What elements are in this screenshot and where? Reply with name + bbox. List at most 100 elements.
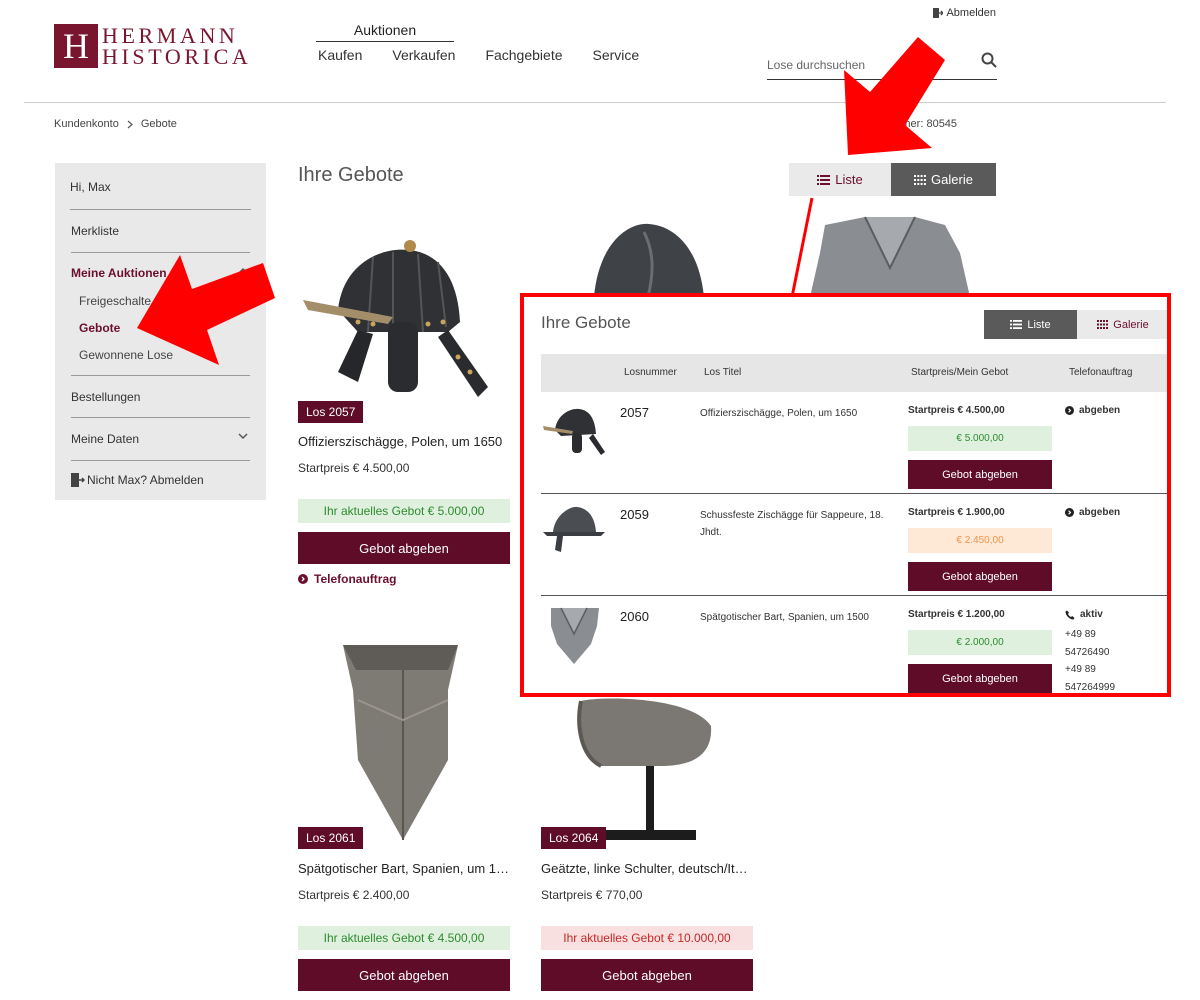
place-bid-button[interactable]: Gebot abgeben <box>908 664 1052 693</box>
nav-auktionen[interactable]: Auktionen <box>316 22 454 42</box>
lot-start-price: Startpreis € 770,00 <box>541 888 643 902</box>
phone-line: 547264999 <box>1065 681 1116 693</box>
bidder-number: nummer: 80545 <box>880 118 958 130</box>
chevron-down-icon <box>238 433 248 440</box>
helmet-image-2059[interactable] <box>584 222 714 297</box>
phone-numbers: +49 89 54726490 +49 89 547264999 <box>1065 626 1116 693</box>
place-bid-button[interactable]: Gebot abgeben <box>541 959 753 991</box>
chevron-up-icon[interactable] <box>238 267 248 274</box>
table-header: Losnummer Los Titel Startpreis/Mein Gebo… <box>541 354 1167 392</box>
brand-logo[interactable]: H HERMANN HISTORICA <box>54 24 270 68</box>
panel-view-liste-button[interactable]: Liste <box>984 310 1077 339</box>
sidebar-section-meine-auktionen: Meine Auktionen Freigeschalte Gebote Gew… <box>71 253 250 376</box>
grid-icon <box>1097 320 1109 329</box>
sidebar-item-merkliste[interactable]: Merkliste <box>71 210 250 253</box>
logout-icon <box>933 8 944 18</box>
sidebar-item-meine-auktionen[interactable]: Meine Auktionen <box>71 266 250 280</box>
search-input[interactable] <box>767 57 967 72</box>
lot-number: 2060 <box>620 609 649 624</box>
sidebar-item-meine-daten[interactable]: Meine Daten <box>71 418 250 461</box>
table-row: 2060 Spätgotischer Bart, Spanien, um 150… <box>541 596 1167 693</box>
account-sidebar: Hi, Max Merkliste Meine Auktionen Freige… <box>55 163 266 500</box>
start-price: Startpreis € 1.900,00 <box>908 507 1005 518</box>
col-telefon: Telefonauftrag <box>1069 367 1133 378</box>
phone-line: +49 89 <box>1065 664 1096 675</box>
bevor-image-2061[interactable] <box>298 640 510 850</box>
lot-title[interactable]: Spätgotischer Bart, Spanien, um 1500 <box>700 609 890 626</box>
view-toggle: Liste Galerie <box>789 163 996 196</box>
helmet-thumb-2059[interactable] <box>541 502 607 562</box>
lot-start-price: Startpreis € 4.500,00 <box>298 461 410 475</box>
lot-title[interactable]: Offizierszischägge, Polen, um 1650 <box>298 434 510 449</box>
table-row: 2059 Schussfeste Zischägge für Sappeure,… <box>541 494 1167 596</box>
logout-icon <box>71 473 85 487</box>
my-bid: € 5.000,00 <box>908 426 1052 451</box>
phone-line: 54726490 <box>1065 646 1110 658</box>
table-row: 2057 Offizierszischägge, Polen, um 1650 … <box>541 392 1167 494</box>
lot-title[interactable]: Geätzte, linke Schulter, deutsch/Ital... <box>541 861 753 876</box>
bids-table: Losnummer Los Titel Startpreis/Mein Gebo… <box>541 354 1167 693</box>
sidebar-item-freigeschaltet[interactable]: Freigeschalte <box>79 294 250 321</box>
lot-number: 2057 <box>620 405 649 420</box>
phone-bid-link[interactable]: Telefonauftrag <box>298 572 396 586</box>
bevor-image-2060[interactable] <box>805 213 975 297</box>
lot-title[interactable]: Spätgotischer Bart, Spanien, um 15... <box>298 861 510 876</box>
pauldron-image-2064[interactable] <box>541 696 753 846</box>
logout-link[interactable]: Abmelden <box>933 7 996 19</box>
breadcrumb: Kundenkonto Gebote <box>54 118 177 130</box>
lot-badge: Los 2057 <box>298 401 364 423</box>
place-bid-button[interactable]: Gebot abgeben <box>908 562 1052 591</box>
phone-bid-action[interactable]: abgeben <box>1065 405 1120 416</box>
lot-title[interactable]: Schussfeste Zischägge für Sappeure, 18. … <box>700 507 890 541</box>
phone-line: +49 89 <box>1065 629 1096 640</box>
current-bid: Ihr aktuelles Gebot € 10.000,00 <box>541 926 753 950</box>
sidebar-item-gewonnene-lose[interactable]: Gewonnene Lose <box>79 348 250 375</box>
chevron-circle-right-icon <box>298 574 308 584</box>
lot-card-2057: Los 2057 Offizierszischägge, Polen, um 1… <box>298 222 510 597</box>
place-bid-button[interactable]: Gebot abgeben <box>298 959 510 991</box>
col-titel: Los Titel <box>704 367 742 378</box>
sidebar-item-bestellungen[interactable]: Bestellungen <box>71 376 250 418</box>
lot-start-price: Startpreis € 2.400,00 <box>298 888 410 902</box>
place-bid-button[interactable]: Gebot abgeben <box>908 460 1052 489</box>
breadcrumb-kundenkonto[interactable]: Kundenkonto <box>54 118 119 130</box>
current-bid: Ihr aktuelles Gebot € 4.500,00 <box>298 926 510 950</box>
place-bid-button[interactable]: Gebot abgeben <box>298 532 510 564</box>
lot-badge: Los 2064 <box>541 827 607 849</box>
nav-verkaufen[interactable]: Verkaufen <box>392 47 455 63</box>
lot-card-2061: Los 2061 Spätgotischer Bart, Spanien, um… <box>298 640 510 992</box>
col-preis: Startpreis/Mein Gebot <box>911 367 1009 378</box>
phone-bid-status: aktiv <box>1065 609 1103 620</box>
panel-view-galerie-button[interactable]: Galerie <box>1077 310 1167 339</box>
view-galerie-button[interactable]: Galerie <box>891 163 996 196</box>
bevor-thumb-2060[interactable] <box>541 604 607 664</box>
chevron-right-icon <box>127 120 133 128</box>
chevron-circle-right-icon <box>1065 508 1074 517</box>
list-icon <box>1010 320 1023 329</box>
header-divider <box>24 102 1166 103</box>
page-title: Ihre Gebote <box>298 164 404 186</box>
list-view-callout: Ihre Gebote Liste Galerie Losnummer Los … <box>520 293 1171 697</box>
sidebar-logout[interactable]: Nicht Max? Abmelden <box>71 461 250 487</box>
search-icon[interactable] <box>981 52 997 68</box>
sidebar-item-gebote[interactable]: Gebote <box>79 321 250 348</box>
chevron-circle-right-icon <box>1065 406 1074 415</box>
lot-card-2064: Los 2064 Geätzte, linke Schulter, deutsc… <box>541 696 753 992</box>
phone-bid-action[interactable]: abgeben <box>1065 507 1120 518</box>
helmet-thumb-2057[interactable] <box>541 400 607 460</box>
logo-mark: H <box>54 24 98 68</box>
nav-fachgebiete[interactable]: Fachgebiete <box>485 47 562 63</box>
view-liste-button[interactable]: Liste <box>789 163 891 196</box>
my-bid: € 2.450,00 <box>908 528 1052 553</box>
nav-service[interactable]: Service <box>593 47 640 63</box>
nav-kaufen[interactable]: Kaufen <box>318 47 362 63</box>
list-icon <box>817 174 831 185</box>
panel-view-toggle: Liste Galerie <box>984 310 1167 339</box>
main-nav: Kaufen Verkaufen Fachgebiete Service <box>318 47 639 63</box>
search-bar <box>767 50 997 80</box>
sidebar-item-meine-daten-label: Meine Daten <box>71 432 140 446</box>
lot-title[interactable]: Offizierszischägge, Polen, um 1650 <box>700 405 890 422</box>
helmet-image-2057[interactable] <box>298 222 510 422</box>
start-price: Startpreis € 1.200,00 <box>908 609 1005 620</box>
phone-icon <box>1065 610 1075 619</box>
